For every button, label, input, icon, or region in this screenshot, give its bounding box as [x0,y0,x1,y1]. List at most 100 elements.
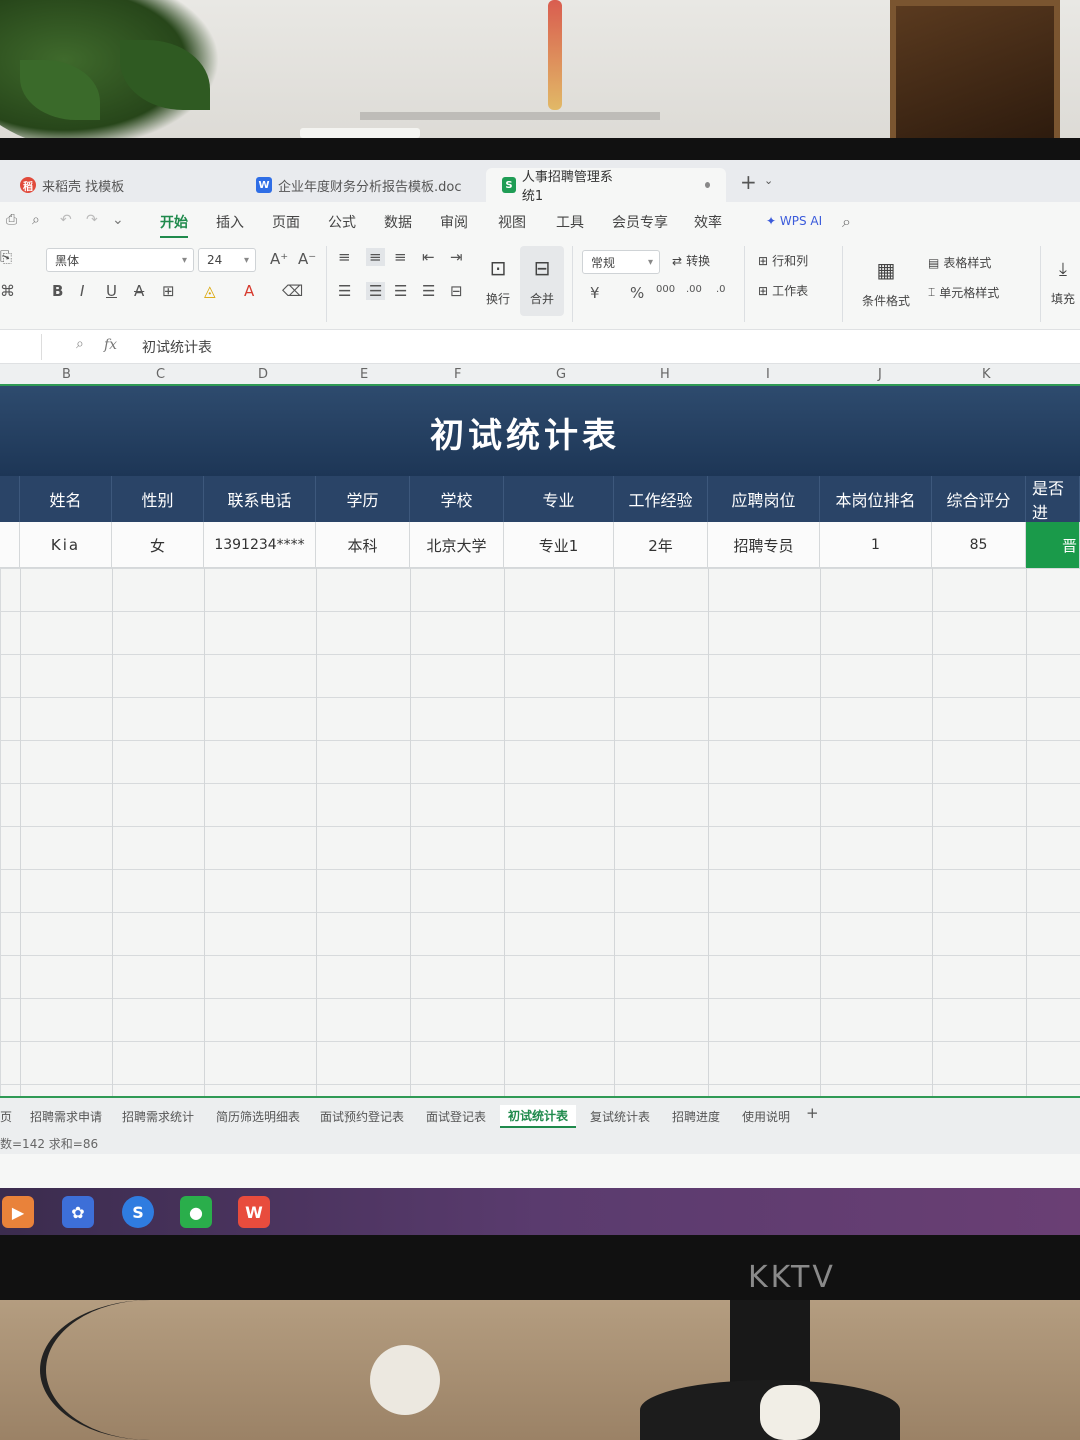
menu-member[interactable]: 会员专享 [612,212,668,232]
worksheet-button[interactable]: ⊞ 工作表 [758,282,808,299]
column-letter[interactable]: G [556,367,566,382]
align-left-icon[interactable]: ☰ [338,282,351,300]
cell-pass[interactable]: 晋 [1026,522,1080,568]
fill-button[interactable]: ⤓ 填充 [1048,248,1078,318]
column-letter[interactable]: D [258,367,268,382]
cell-education[interactable]: 本科 [316,522,410,568]
font-size-select[interactable]: 24 ▾ [198,248,256,272]
sheet-tab[interactable]: 简历筛选明细表 [216,1108,300,1125]
cell-major[interactable]: 专业1 [504,522,614,568]
increase-decimal-icon[interactable]: .00 [686,284,702,295]
header-cell-edge[interactable] [0,476,20,522]
fill-color-icon[interactable]: ◬ [204,282,216,300]
menu-page[interactable]: 页面 [272,212,300,232]
align-bottom-icon[interactable]: ≡ [394,248,407,266]
sheet-tab[interactable]: 面试登记表 [426,1108,486,1125]
header-cell-ranking[interactable]: 本岗位排名 [820,476,932,522]
header-cell-score[interactable]: 综合评分 [932,476,1026,522]
header-cell-pass[interactable]: 是否进 [1026,476,1080,522]
column-letter[interactable]: E [360,367,368,382]
wps-ai-button[interactable]: ✦ WPS AI [766,214,822,228]
column-letter[interactable]: J [878,367,882,382]
wps-office-icon[interactable]: W [238,1196,270,1228]
sheet-tab[interactable]: 招聘需求申请 [30,1108,102,1125]
cell-gender[interactable]: 女 [112,522,204,568]
bold-icon[interactable]: B [52,282,63,300]
new-tab-plus-icon[interactable]: + [740,170,757,194]
column-letter[interactable]: K [982,367,991,382]
indent-decrease-icon[interactable]: ⇤ [422,248,435,266]
print-icon[interactable]: ⎙ [6,212,17,228]
add-sheet-plus-icon[interactable]: + [806,1104,819,1122]
sheet-tab[interactable]: 使用说明 [742,1108,790,1125]
conditional-format-button[interactable]: ▦ 条件格式 [854,248,918,318]
chevron-down-icon[interactable]: ⌄ [112,212,124,228]
menu-tools[interactable]: 工具 [556,212,584,232]
zoom-icon[interactable]: ⌕ [76,336,84,352]
menu-view[interactable]: 视图 [498,212,526,232]
header-cell-school[interactable]: 学校 [410,476,504,522]
column-letter[interactable]: C [156,367,165,382]
format-painter-icon[interactable]: ⌘ [0,282,15,300]
column-letter[interactable]: I [766,367,770,382]
sheet-tab[interactable]: 页 [0,1108,12,1125]
currency-icon[interactable]: ¥ [590,284,600,302]
align-top-icon[interactable]: ≡ [338,248,351,266]
wechat-icon[interactable]: ● [180,1196,212,1228]
cell-phone[interactable]: 1391234**** [204,522,316,568]
decrease-decimal-icon[interactable]: .0 [716,284,726,295]
menu-efficiency[interactable]: 效率 [694,212,722,232]
font-color-icon[interactable]: A [244,282,254,300]
table-style-button[interactable]: ▤ 表格样式 [928,254,991,271]
undo-icon[interactable]: ↶ [60,212,72,228]
decrease-font-icon[interactable]: A⁻ [298,250,316,268]
justify-icon[interactable]: ☰ [422,282,435,300]
header-cell-name[interactable]: 姓名 [20,476,112,522]
underline-icon[interactable]: U [106,282,117,300]
menu-formula[interactable]: 公式 [328,212,356,232]
header-cell-position[interactable]: 应聘岗位 [708,476,820,522]
header-cell-phone[interactable]: 联系电话 [204,476,316,522]
sheet-tab[interactable]: 复试统计表 [590,1108,650,1125]
tab-docer-templates[interactable]: 稻 来稻壳 找模板 [4,168,140,202]
print-preview-icon[interactable]: ⌕ [32,212,40,228]
cell-score[interactable]: 85 [932,522,1026,568]
row-column-button[interactable]: ⊞ 行和列 [758,252,808,269]
paste-icon[interactable]: ⎘ [0,248,12,266]
tab-finance-report-doc[interactable]: W 企业年度财务分析报告模板.doc [240,168,478,202]
column-letter[interactable]: H [660,367,670,382]
eraser-icon[interactable]: ⌫ [282,282,303,300]
percent-icon[interactable]: % [630,284,644,302]
distributed-icon[interactable]: ⊟ [450,282,463,300]
search-icon[interactable]: ⌕ [842,212,851,232]
spreadsheet-grid[interactable] [0,568,1080,1098]
cell-style-button[interactable]: ⌶ 单元格样式 [928,284,999,301]
sheet-tab-active[interactable]: 初试统计表 [500,1105,577,1128]
header-cell-experience[interactable]: 工作经验 [614,476,708,522]
menu-data[interactable]: 数据 [384,212,412,232]
align-middle-icon[interactable]: ≡ [366,248,385,266]
cell-name[interactable]: Kia [20,522,112,568]
cell-position[interactable]: 招聘专员 [708,522,820,568]
strikethrough-icon[interactable]: A [134,282,144,300]
indent-increase-icon[interactable]: ⇥ [450,248,463,266]
sheet-tab[interactable]: 面试预约登记表 [320,1108,404,1125]
sogou-browser-icon[interactable]: S [122,1196,154,1228]
font-name-select[interactable]: 黑体 ▾ [46,248,194,272]
wrap-text-button[interactable]: ⊡ 换行 [482,246,514,316]
align-center-icon[interactable]: ☰ [366,282,386,300]
media-player-icon[interactable]: ▶ [2,1196,34,1228]
header-cell-education[interactable]: 学历 [316,476,410,522]
column-letter[interactable]: F [454,367,461,382]
cell-school[interactable]: 北京大学 [410,522,504,568]
tab-hr-recruitment-system[interactable]: S 人事招聘管理系统1 [486,168,726,204]
cell-experience[interactable]: 2年 [614,522,708,568]
thousands-separator-icon[interactable]: 000 [656,284,675,295]
border-icon[interactable]: ⊞ [162,282,175,300]
convert-button[interactable]: ⇄ 转换 [672,252,710,269]
cell-ranking[interactable]: 1 [820,522,932,568]
app-launcher-icon[interactable]: ✿ [62,1196,94,1228]
number-format-select[interactable]: 常规 ▾ [582,250,660,274]
function-icon[interactable]: fx [104,337,117,353]
column-letter[interactable]: B [62,367,71,382]
